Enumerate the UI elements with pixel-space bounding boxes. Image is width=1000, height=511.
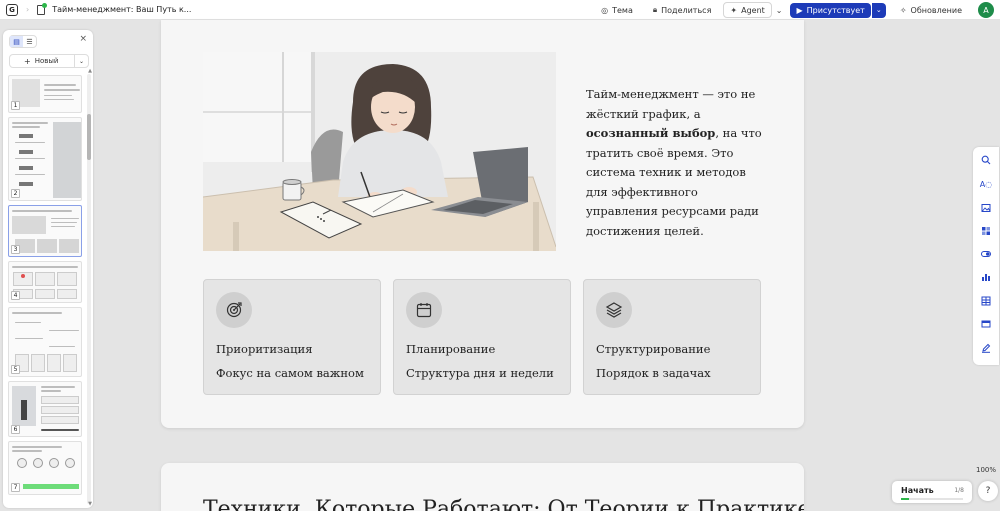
document-icon <box>37 2 48 15</box>
chart-icon[interactable] <box>980 271 992 283</box>
progress-fill <box>901 498 909 500</box>
lock-icon: 🔒︎ <box>652 5 658 14</box>
view-toggle: ▤ ☰ <box>9 35 37 48</box>
slide-number: 2 <box>11 189 20 198</box>
top-bar: G › Тайм-менеджмент: Ваш Путь к... ◎ Тем… <box>0 0 1000 20</box>
intro-text-bold: осознанный выбор <box>586 126 716 140</box>
separator: › <box>26 5 30 14</box>
new-slide-label: Новый <box>34 57 59 65</box>
palette-icon: ◎ <box>601 5 609 15</box>
theme-button[interactable]: ◎ Тема <box>595 2 639 18</box>
layout-icon[interactable] <box>980 225 992 237</box>
document-title[interactable]: Тайм-менеджмент: Ваш Путь к... <box>52 5 191 14</box>
agent-label: Agent <box>741 5 765 15</box>
next-slide-card[interactable]: Техники, Которые Работают: От Теории к П… <box>161 463 804 511</box>
sparkles-icon: ✧ <box>899 5 907 15</box>
woman-writing-at-desk-image <box>203 52 556 251</box>
table-icon[interactable] <box>980 295 992 307</box>
feature-description: Порядок в задачах <box>596 366 711 380</box>
feature-title: Приоритизация <box>216 342 313 356</box>
slide-number: 6 <box>11 425 20 434</box>
agent-chevron-down-icon[interactable]: ⌄ <box>776 6 783 15</box>
agent-button[interactable]: ✦ Agent <box>723 2 772 18</box>
help-button[interactable]: ? <box>978 481 998 501</box>
close-icon[interactable]: × <box>79 34 87 44</box>
slide-thumbnail[interactable]: 3 <box>8 205 82 257</box>
feature-description: Структура дня и недели <box>406 366 554 380</box>
progress-count: 1/8 <box>954 487 964 494</box>
slide-number: 7 <box>11 483 20 492</box>
image-icon[interactable] <box>980 202 992 214</box>
present-button[interactable]: ▶ Присутствует <box>790 2 871 18</box>
theme-label: Тема <box>612 5 633 15</box>
progress-track <box>901 498 963 500</box>
new-slide-button[interactable]: + Новый ⌄ <box>9 54 89 68</box>
update-button[interactable]: ✧ Обновление <box>894 2 968 18</box>
slide-number: 5 <box>11 365 20 374</box>
intro-paragraph: Тайм-менеджмент — это не жёсткий график,… <box>586 85 771 241</box>
slide-thumbnail[interactable]: 2 <box>8 117 82 201</box>
intro-text-part2: , на что тратить своё время. Это система… <box>586 126 762 238</box>
scrollbar-thumb[interactable] <box>87 114 91 160</box>
update-label: Обновление <box>910 5 962 15</box>
slide-thumbnail[interactable]: 1 <box>8 75 82 113</box>
intro-text-part1: Тайм-менеджмент — это не жёсткий график,… <box>586 87 756 121</box>
list-view-icon[interactable]: ☰ <box>23 36 36 47</box>
slide-panel: ▤ ☰ × + Новый ⌄ 1 2 3 4 5 6 7 ▲ ▼ <box>3 30 93 508</box>
share-label: Поделиться <box>661 5 712 15</box>
feature-title: Структурирование <box>596 342 711 356</box>
start-label: Начать <box>901 486 934 495</box>
sparkle-icon: ✦ <box>730 5 738 15</box>
text-style-icon[interactable]: A◌ <box>980 178 992 190</box>
target-icon <box>216 292 252 328</box>
feature-description: Фокус на самом важном <box>216 366 364 380</box>
present-label: Присутствует <box>806 5 865 15</box>
present-chevron-down-icon[interactable]: ⌄ <box>871 2 886 18</box>
scroll-down-icon[interactable]: ▼ <box>88 501 92 507</box>
slide-thumbnail[interactable]: 7 <box>8 441 82 495</box>
slide-number: 4 <box>11 291 20 300</box>
slide-number: 1 <box>11 101 20 110</box>
app-logo[interactable]: G <box>6 3 18 16</box>
top-actions: ◎ Тема 🔒︎ Поделиться ✦ Agent ⌄ ▶ Присутс… <box>595 0 1000 20</box>
edit-icon[interactable] <box>980 342 992 354</box>
plus-icon: + <box>24 56 31 66</box>
get-started-widget[interactable]: Начать 1/8 <box>892 481 972 503</box>
layers-icon <box>596 292 632 328</box>
feature-title: Планирование <box>406 342 496 356</box>
slide-illustration[interactable] <box>203 52 556 251</box>
slide-thumbnail[interactable]: 6 <box>8 381 82 437</box>
slide-number: 3 <box>11 245 20 254</box>
play-icon: ▶ <box>796 5 803 15</box>
slide-thumbnail[interactable]: 5 <box>8 307 82 377</box>
toggle-icon[interactable] <box>980 248 992 260</box>
feature-card-planning[interactable]: Планирование Структура дня и недели <box>393 279 571 395</box>
search-icon[interactable] <box>980 154 992 166</box>
share-button[interactable]: 🔒︎ Поделиться <box>647 2 718 18</box>
grid-view-icon[interactable]: ▤ <box>10 36 23 47</box>
next-slide-heading: Техники, Которые Работают: От Теории к П… <box>203 497 804 511</box>
avatar[interactable]: A <box>978 2 994 18</box>
card-icon[interactable] <box>980 318 992 330</box>
calendar-icon <box>406 292 442 328</box>
feature-card-structuring[interactable]: Структурирование Порядок в задачах <box>583 279 761 395</box>
slide-thumbnails: 1 2 3 4 5 6 7 <box>8 75 84 499</box>
new-slide-chevron-down-icon[interactable]: ⌄ <box>74 55 88 67</box>
zoom-level[interactable]: 100% <box>976 466 996 474</box>
slide-thumbnail[interactable]: 4 <box>8 261 82 303</box>
right-toolbar: A◌ <box>973 147 999 365</box>
feature-card-prioritization[interactable]: Приоритизация Фокус на самом важном <box>203 279 381 395</box>
